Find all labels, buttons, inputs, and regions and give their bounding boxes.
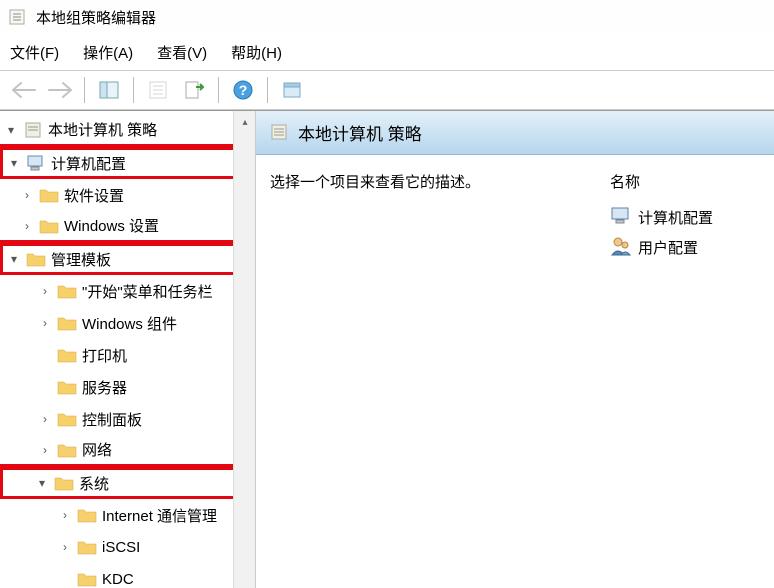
tree-system[interactable]: ▾ 系统 <box>0 467 255 499</box>
help-button[interactable]: ? <box>227 74 259 106</box>
toolbar-separator <box>133 77 134 103</box>
tree-software-settings[interactable]: › 软件设置 <box>0 179 255 211</box>
toolbar-separator <box>84 77 85 103</box>
detail-body: 选择一个项目来查看它的描述。 名称 计算机配置 <box>256 155 774 278</box>
tree-windows-settings[interactable]: › Windows 设置 <box>0 211 255 243</box>
tree-label: Windows 设置 <box>64 215 255 236</box>
expand-icon[interactable]: ▾ <box>3 156 25 170</box>
toolbar: ? <box>0 70 774 110</box>
app-icon <box>8 7 28 27</box>
tree-label: 网络 <box>82 439 255 460</box>
forward-button <box>44 74 76 106</box>
tree-admin-templates[interactable]: ▾ 管理模板 <box>0 243 255 275</box>
list-item-label: 用户配置 <box>638 237 698 258</box>
expand-icon[interactable]: ▾ <box>0 123 22 137</box>
tree-label: 管理模板 <box>51 249 246 270</box>
list-item-label: 计算机配置 <box>638 207 713 228</box>
expand-icon[interactable]: ▾ <box>3 252 25 266</box>
tree-iscsi[interactable]: › iSCSI <box>0 531 255 563</box>
window-title: 本地组策略编辑器 <box>36 7 156 28</box>
folder-icon <box>25 248 47 270</box>
column-name[interactable]: 名称 <box>610 171 760 192</box>
tree-scrollbar[interactable]: ▴ <box>233 111 255 588</box>
tree-label: "开始"菜单和任务栏 <box>82 281 255 302</box>
expand-icon[interactable]: › <box>34 412 56 426</box>
expand-icon[interactable]: › <box>34 316 56 330</box>
user-icon <box>610 235 634 259</box>
tree-label: 打印机 <box>82 345 255 366</box>
expand-icon[interactable]: › <box>34 443 56 457</box>
export-button[interactable] <box>178 74 210 106</box>
expand-icon[interactable]: › <box>54 508 76 522</box>
toolbar-separator <box>218 77 219 103</box>
menu-file[interactable]: 文件(F) <box>10 42 59 63</box>
policy-icon <box>270 123 290 143</box>
folder-icon <box>56 344 78 366</box>
folder-icon <box>38 215 60 237</box>
tree-label: 本地计算机 策略 <box>48 119 255 140</box>
expand-icon[interactable]: ▾ <box>31 476 53 490</box>
workspace: ▾ 本地计算机 策略 ▾ 计算机配置 › 软件设置 <box>0 110 774 588</box>
tree-root[interactable]: ▾ 本地计算机 策略 <box>0 115 255 147</box>
folder-icon <box>53 472 75 494</box>
computer-icon <box>610 205 634 229</box>
computer-icon <box>25 152 47 174</box>
tree-label: Windows 组件 <box>82 313 255 334</box>
title-bar: 本地组策略编辑器 <box>0 0 774 34</box>
expand-icon[interactable]: › <box>54 540 76 554</box>
tree-network[interactable]: › 网络 <box>0 435 255 467</box>
tree-label: 服务器 <box>82 377 255 398</box>
tree-view[interactable]: ▾ 本地计算机 策略 ▾ 计算机配置 › 软件设置 <box>0 111 255 588</box>
toolbar-separator <box>267 77 268 103</box>
folder-icon <box>76 536 98 558</box>
menu-action[interactable]: 操作(A) <box>83 42 133 63</box>
expand-icon[interactable]: › <box>16 188 38 202</box>
tree-control-panel[interactable]: › 控制面板 <box>0 403 255 435</box>
detail-title: 本地计算机 策略 <box>298 120 422 145</box>
folder-icon <box>76 504 98 526</box>
folder-icon <box>56 408 78 430</box>
menu-bar: 文件(F) 操作(A) 查看(V) 帮助(H) <box>0 34 774 70</box>
tree-windows-components[interactable]: › Windows 组件 <box>0 307 255 339</box>
detail-panel: 本地计算机 策略 选择一个项目来查看它的描述。 名称 计算机配置 <box>256 111 774 588</box>
detail-description: 选择一个项目来查看它的描述。 <box>270 171 578 262</box>
folder-icon <box>56 312 78 334</box>
detail-list: 名称 计算机配置 <box>610 171 760 262</box>
filter-button[interactable] <box>276 74 308 106</box>
folder-icon <box>56 439 78 461</box>
tree-label: 软件设置 <box>64 185 255 206</box>
folder-icon <box>56 376 78 398</box>
scroll-up-icon[interactable]: ▴ <box>234 111 256 133</box>
tree-computer-config[interactable]: ▾ 计算机配置 <box>0 147 255 179</box>
detail-header: 本地计算机 策略 <box>256 111 774 155</box>
tree-servers[interactable]: · 服务器 <box>0 371 255 403</box>
back-button <box>8 74 40 106</box>
tree-label: 计算机配置 <box>51 153 246 174</box>
svg-text:?: ? <box>239 82 248 98</box>
list-item-user-config[interactable]: 用户配置 <box>610 232 760 262</box>
properties-button <box>142 74 174 106</box>
tree-label: 控制面板 <box>82 409 255 430</box>
menu-help[interactable]: 帮助(H) <box>231 42 282 63</box>
tree-printers[interactable]: · 打印机 <box>0 339 255 371</box>
folder-icon <box>76 568 98 588</box>
list-item-computer-config[interactable]: 计算机配置 <box>610 202 760 232</box>
policy-icon <box>22 119 44 141</box>
menu-view[interactable]: 查看(V) <box>157 42 207 63</box>
details-view-button[interactable] <box>93 74 125 106</box>
tree-label: 系统 <box>79 473 246 494</box>
tree-start-menu[interactable]: › "开始"菜单和任务栏 <box>0 275 255 307</box>
folder-icon <box>38 184 60 206</box>
expand-icon[interactable]: › <box>16 219 38 233</box>
tree-panel: ▾ 本地计算机 策略 ▾ 计算机配置 › 软件设置 <box>0 111 256 588</box>
tree-kdc[interactable]: · KDC <box>0 563 255 588</box>
folder-icon <box>56 280 78 302</box>
tree-internet[interactable]: › Internet 通信管理 <box>0 499 255 531</box>
expand-icon[interactable]: › <box>34 284 56 298</box>
